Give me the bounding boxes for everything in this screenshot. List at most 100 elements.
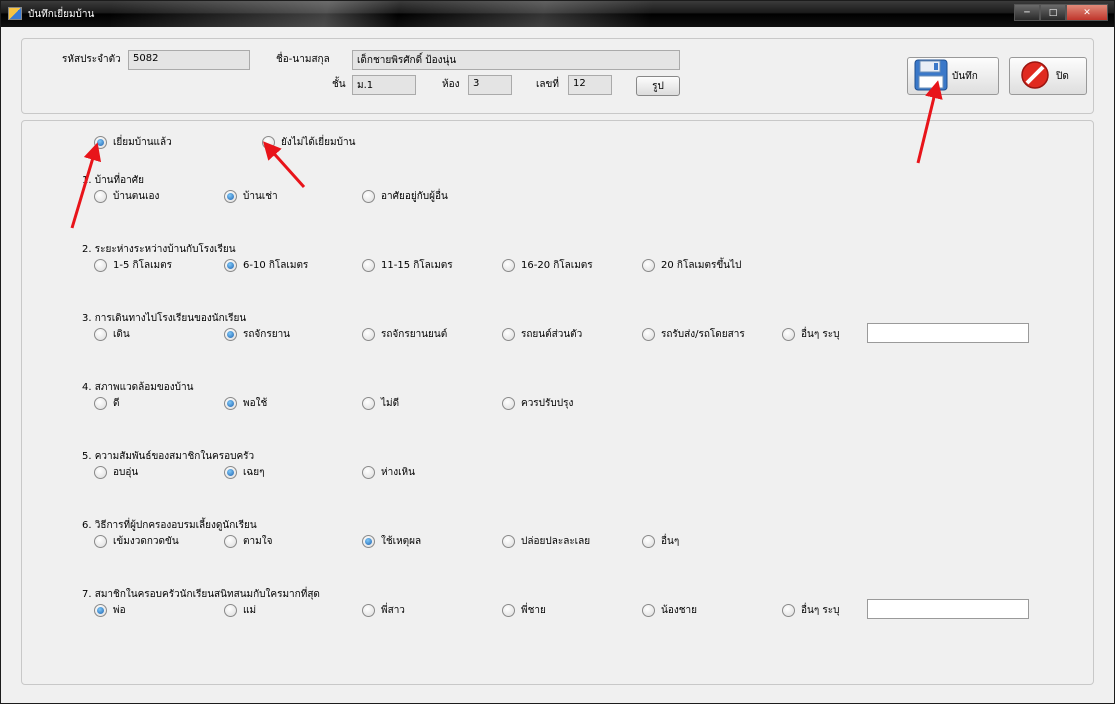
radio-option[interactable]: 1-5 กิโลเมตร: [94, 258, 172, 273]
radio-option[interactable]: น้องชาย: [642, 603, 697, 618]
save-button[interactable]: บันทึก: [907, 57, 999, 95]
radio-option[interactable]: ใช้เหตุผล: [362, 534, 421, 549]
radio-label: เฉยๆ: [243, 467, 265, 478]
radio-label: ควรปรับปรุง: [521, 398, 574, 409]
radio-indicator: [262, 136, 275, 149]
radio-label: อาศัยอยู่กับผู้อื่น: [381, 191, 448, 202]
radio-indicator: [502, 397, 515, 410]
radio-indicator: [502, 535, 515, 548]
close-button[interactable]: ปิด: [1009, 57, 1087, 95]
radio-visited[interactable]: เยี่ยมบ้านแล้ว: [94, 135, 172, 150]
radio-label: 1-5 กิโลเมตร: [113, 260, 172, 271]
radio-indicator: [362, 328, 375, 341]
radio-indicator: [782, 328, 795, 341]
radio-indicator: [502, 604, 515, 617]
app-window: บันทึกเยี่ยมบ้าน ─ □ ✕ รหัสประจำตัว 5082…: [0, 0, 1115, 704]
maximize-button[interactable]: □: [1040, 4, 1066, 21]
radio-label: พี่ชาย: [521, 605, 546, 616]
radio-indicator: [362, 466, 375, 479]
radio-label: เดิน: [113, 329, 130, 340]
student-id-field[interactable]: 5082: [128, 50, 250, 70]
student-info-group: รหัสประจำตัว 5082 ชื่อ-นามสกุล เด็กชายพิ…: [21, 38, 1094, 114]
radio-indicator: [224, 259, 237, 272]
radio-option[interactable]: ไม่ดี: [362, 396, 399, 411]
radio-option[interactable]: 6-10 กิโลเมตร: [224, 258, 308, 273]
question-title: 4. สภาพแวดล้อมของบ้าน: [82, 382, 194, 393]
radio-option[interactable]: บ้านตนเอง: [94, 189, 159, 204]
radio-option[interactable]: 11-15 กิโลเมตร: [362, 258, 453, 273]
radio-option[interactable]: พี่ชาย: [502, 603, 546, 618]
radio-option[interactable]: พ่อ: [94, 603, 126, 618]
radio-option[interactable]: อื่นๆ ระบุ: [782, 327, 839, 342]
other-specify-input[interactable]: [867, 599, 1029, 619]
radio-label: อบอุ่น: [113, 467, 139, 478]
radio-option[interactable]: ตามใจ: [224, 534, 272, 549]
radio-option[interactable]: อาศัยอยู่กับผู้อื่น: [362, 189, 448, 204]
radio-label: ดี: [113, 398, 120, 409]
radio-option[interactable]: รถรับส่ง/รถโดยสาร: [642, 327, 745, 342]
grade-field[interactable]: ม.1: [352, 75, 416, 95]
radio-indicator: [362, 397, 375, 410]
radio-indicator: [224, 328, 237, 341]
question-title: 6. วิธีการที่ผู้ปกครองอบรมเลี้ยงดูนักเรี…: [82, 520, 257, 531]
radio-label: พ่อ: [113, 605, 126, 616]
radio-label: 16-20 กิโลเมตร: [521, 260, 593, 271]
radio-label: น้องชาย: [661, 605, 697, 616]
question-title: 7. สมาชิกในครอบครัวนักเรียนสนิทสนมกับใคร…: [82, 589, 320, 600]
radio-label: 6-10 กิโลเมตร: [243, 260, 309, 271]
radio-option[interactable]: รถจักรยาน: [224, 327, 290, 342]
radio-option[interactable]: เฉยๆ: [224, 465, 264, 480]
close-window-button[interactable]: ✕: [1066, 4, 1108, 21]
room-label: ห้อง: [442, 79, 460, 90]
radio-label: บ้านตนเอง: [113, 191, 160, 202]
other-specify-input[interactable]: [867, 323, 1029, 343]
radio-label: พี่สาว: [381, 605, 405, 616]
room-field[interactable]: 3: [468, 75, 512, 95]
number-label: เลขที่: [536, 79, 559, 90]
radio-label: พอใช้: [243, 398, 268, 409]
radio-indicator: [362, 259, 375, 272]
radio-option[interactable]: พอใช้: [224, 396, 267, 411]
minimize-button[interactable]: ─: [1014, 4, 1040, 21]
radio-option[interactable]: 20 กิโลเมตรขึ้นไป: [642, 258, 741, 273]
grade-label: ชั้น: [332, 79, 346, 90]
radio-option[interactable]: พี่สาว: [362, 603, 405, 618]
radio-indicator: [224, 466, 237, 479]
radio-indicator: [94, 328, 107, 341]
radio-indicator: [642, 535, 655, 548]
radio-label: แม่: [243, 605, 257, 616]
radio-option[interactable]: เดิน: [94, 327, 130, 342]
radio-option[interactable]: 16-20 กิโลเมตร: [502, 258, 593, 273]
visit-form-group: เยี่ยมบ้านแล้ว ยังไม่ได้เยี่ยมบ้าน 1. บ้…: [21, 120, 1094, 685]
radio-option[interactable]: บ้านเช่า: [224, 189, 278, 204]
radio-not-visited[interactable]: ยังไม่ได้เยี่ยมบ้าน: [262, 135, 355, 150]
photo-button[interactable]: รูป: [636, 76, 680, 96]
student-id-label: รหัสประจำตัว: [62, 54, 121, 65]
student-name-field[interactable]: เด็กชายพิรศักดิ์ ป้องนุ่น: [352, 50, 680, 70]
radio-option[interactable]: อบอุ่น: [94, 465, 138, 480]
radio-label: ไม่ดี: [381, 398, 400, 409]
radio-option[interactable]: ห่างเหิน: [362, 465, 415, 480]
radio-label: ยังไม่ได้เยี่ยมบ้าน: [281, 137, 356, 148]
radio-indicator: [502, 328, 515, 341]
radio-label: เข้มงวดกวดขัน: [113, 536, 179, 547]
radio-indicator: [502, 259, 515, 272]
radio-indicator: [642, 328, 655, 341]
radio-option[interactable]: แม่: [224, 603, 256, 618]
radio-option[interactable]: เข้มงวดกวดขัน: [94, 534, 179, 549]
radio-option[interactable]: อื่นๆ ระบุ: [782, 603, 839, 618]
title-bar[interactable]: บันทึกเยี่ยมบ้าน ─ □ ✕: [1, 1, 1114, 27]
radio-indicator: [94, 190, 107, 203]
radio-option[interactable]: ควรปรับปรุง: [502, 396, 573, 411]
number-field[interactable]: 12: [568, 75, 612, 95]
radio-option[interactable]: รถจักรยานยนต์: [362, 327, 447, 342]
radio-label: 11-15 กิโลเมตร: [381, 260, 453, 271]
radio-option[interactable]: ปล่อยปละละเลย: [502, 534, 590, 549]
student-name-label: ชื่อ-นามสกุล: [276, 54, 330, 65]
radio-label: ตามใจ: [243, 536, 273, 547]
radio-option[interactable]: ดี: [94, 396, 120, 411]
app-icon: [8, 7, 22, 20]
question-title: 3. การเดินทางไปโรงเรียนของนักเรียน: [82, 313, 247, 324]
radio-option[interactable]: อื่นๆ: [642, 534, 679, 549]
radio-option[interactable]: รถยนต์ส่วนตัว: [502, 327, 582, 342]
